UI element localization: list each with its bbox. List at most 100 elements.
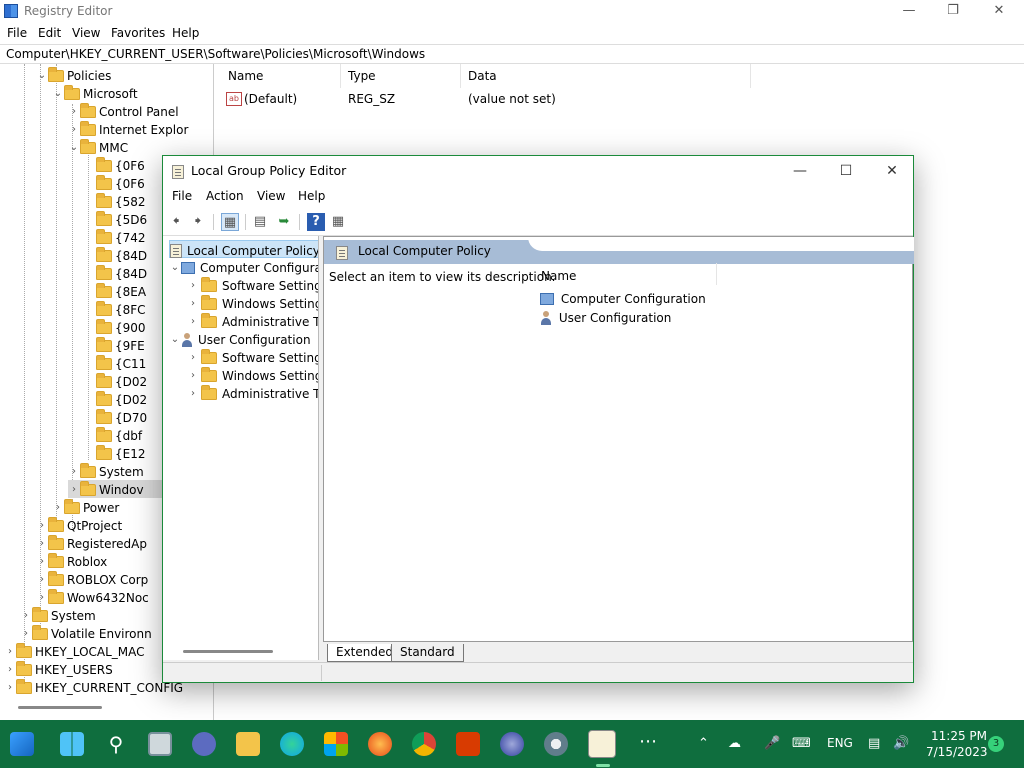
registry-tree-item[interactable]: {900 <box>84 318 146 336</box>
properties-icon[interactable]: ▤ <box>251 213 269 231</box>
gpedit-item-user-configuration[interactable]: User Configuration <box>540 310 671 328</box>
registry-tree-item[interactable]: {742 <box>84 228 146 246</box>
registry-tree-item[interactable]: › ROBLOX Corp <box>36 570 148 588</box>
gpedit-tree-item[interactable]: › Windows Setting <box>187 294 318 313</box>
col-separator[interactable] <box>716 263 717 285</box>
registry-tree-item[interactable]: {0F6 <box>84 156 145 174</box>
registry-tree-item[interactable]: {dbf <box>84 426 142 444</box>
start-icon[interactable] <box>60 732 84 756</box>
chevron-down-icon[interactable]: ⌄ <box>169 259 181 277</box>
registry-tree-item[interactable]: › Control Panel <box>68 102 179 120</box>
gpedit-maximize-button[interactable]: ☐ <box>823 156 869 186</box>
firefox-icon[interactable] <box>368 732 392 756</box>
registry-maximize-button[interactable]: ❐ <box>930 0 976 24</box>
gpedit-tree-item[interactable]: › Windows Setting <box>187 366 318 385</box>
registry-tree-item[interactable]: {E12 <box>84 444 146 462</box>
gpedit-tree-item[interactable]: ⌄ Computer Configura <box>169 258 318 277</box>
notification-badge[interactable]: 3 <box>988 736 1004 752</box>
registry-tree-item[interactable]: › RegisteredAp <box>36 534 147 552</box>
registry-tree-item[interactable]: {84D <box>84 264 147 282</box>
registry-menu-help[interactable]: Help <box>172 26 199 40</box>
gpedit-list-header-name[interactable]: Name <box>541 269 576 283</box>
registry-tree-item[interactable]: ⌄ Policies <box>36 66 111 84</box>
gpedit-tree-pane[interactable]: Local Computer Policy ⌄ Computer Configura… <box>163 236 319 660</box>
widgets-icon[interactable] <box>10 732 34 756</box>
registry-value-row[interactable]: ab (Default) REG_SZ (value not set) <box>226 91 826 109</box>
forward-arrow-icon[interactable]: 🠺 <box>189 213 207 231</box>
tab-standard[interactable]: Standard <box>391 644 464 662</box>
settings-gear-icon[interactable] <box>544 732 568 756</box>
show-hide-console-tree-icon[interactable]: ▦ <box>221 213 239 231</box>
chevron-right-icon[interactable]: › <box>36 589 48 607</box>
chevron-right-icon[interactable]: › <box>187 313 199 331</box>
col-separator[interactable] <box>460 64 461 88</box>
help-icon[interactable]: ? <box>307 213 325 231</box>
microphone-icon[interactable]: 🎤 <box>764 736 780 751</box>
chevron-right-icon[interactable]: › <box>68 103 80 121</box>
teams-chat-icon[interactable] <box>192 732 216 756</box>
registry-tree-item[interactable]: › Power <box>52 498 119 516</box>
registry-menu-view[interactable]: View <box>72 26 100 40</box>
registry-tree-item[interactable]: {D70 <box>84 408 147 426</box>
registry-tree-item[interactable]: ⌄ MMC <box>68 138 128 156</box>
registry-tree-item[interactable]: {8FC <box>84 300 146 318</box>
gpedit-menu-view[interactable]: View <box>257 189 285 203</box>
gpedit-taskbar-icon[interactable] <box>588 730 616 758</box>
network-globe-icon[interactable] <box>500 732 524 756</box>
registry-menu-edit[interactable]: Edit <box>38 26 61 40</box>
chevron-right-icon[interactable]: › <box>52 499 64 517</box>
network-icon[interactable]: ▤ <box>868 736 880 751</box>
registry-menu-favorites[interactable]: Favorites <box>111 26 165 40</box>
registry-address-bar[interactable]: Computer\HKEY_CURRENT_USER\Software\Poli… <box>0 44 1024 64</box>
tray-chevron-up-icon[interactable]: ⌃ <box>698 736 709 751</box>
chevron-right-icon[interactable]: › <box>20 625 32 643</box>
gpedit-tree-item[interactable]: › Software Settings <box>187 276 318 295</box>
registry-tree-item[interactable]: {9FE <box>84 336 145 354</box>
chevron-right-icon[interactable]: › <box>187 367 199 385</box>
gpedit-menu-help[interactable]: Help <box>298 189 325 203</box>
search-icon[interactable]: ⚲ <box>104 732 128 756</box>
registry-tree-item[interactable]: ⌄ Microsoft <box>52 84 138 102</box>
registry-tree-scrollbar[interactable] <box>18 706 102 709</box>
chevron-right-icon[interactable]: › <box>187 349 199 367</box>
registry-tree-item[interactable]: › HKEY_USERS <box>4 660 113 678</box>
chevron-right-icon[interactable]: › <box>187 277 199 295</box>
registry-tree-item[interactable]: › HKEY_LOCAL_MAC <box>4 642 145 660</box>
registry-tree-item[interactable]: › System <box>68 462 144 480</box>
col-separator[interactable] <box>340 64 341 88</box>
gpedit-tree-item[interactable]: Local Computer Policy <box>169 240 318 258</box>
registry-tree-item[interactable]: › System <box>20 606 96 624</box>
registry-tree-item[interactable]: › Internet Explor <box>68 120 188 138</box>
clock-time[interactable]: 11:25 PM <box>931 729 987 743</box>
gpedit-tree-item[interactable]: ⌄ User Configuration <box>169 330 311 348</box>
registry-tree-item[interactable]: › Volatile Environn <box>20 624 152 642</box>
export-list-icon[interactable]: ➥ <box>275 213 293 231</box>
store-icon[interactable] <box>324 732 348 756</box>
registry-minimize-button[interactable]: — <box>886 0 932 24</box>
keyboard-icon[interactable]: ⌨ <box>792 736 811 751</box>
chevron-right-icon[interactable]: › <box>4 679 16 697</box>
chevron-right-icon[interactable]: › <box>36 517 48 535</box>
chevron-right-icon[interactable]: › <box>68 463 80 481</box>
registry-tree-item[interactable]: {5D6 <box>84 210 147 228</box>
file-explorer-icon[interactable] <box>236 732 260 756</box>
registry-tree-item[interactable]: {84D <box>84 246 147 264</box>
registry-col-name[interactable]: Name <box>228 69 263 83</box>
registry-tree-item[interactable]: › Wow6432Noc <box>36 588 149 606</box>
registry-close-button[interactable]: ✕ <box>976 0 1022 24</box>
gpedit-tree-item[interactable]: › Administrative Te <box>187 312 318 331</box>
registry-tree-item[interactable]: {C11 <box>84 354 146 372</box>
chevron-right-icon[interactable]: › <box>187 385 199 403</box>
extended-view-icon[interactable]: ▦ <box>329 213 347 231</box>
task-view-icon[interactable] <box>148 732 172 756</box>
registry-menu-file[interactable]: File <box>7 26 27 40</box>
gpedit-menu-file[interactable]: File <box>172 189 192 203</box>
onedrive-icon[interactable]: ☁ <box>728 736 741 751</box>
chevron-right-icon[interactable]: › <box>4 661 16 679</box>
chevron-right-icon[interactable]: › <box>187 295 199 313</box>
volume-icon[interactable]: 🔊 <box>893 736 909 751</box>
gpedit-menu-action[interactable]: Action <box>206 189 244 203</box>
col-separator[interactable] <box>750 64 751 88</box>
chevron-down-icon[interactable]: ⌄ <box>68 139 80 157</box>
edge-browser-icon[interactable] <box>280 732 304 756</box>
